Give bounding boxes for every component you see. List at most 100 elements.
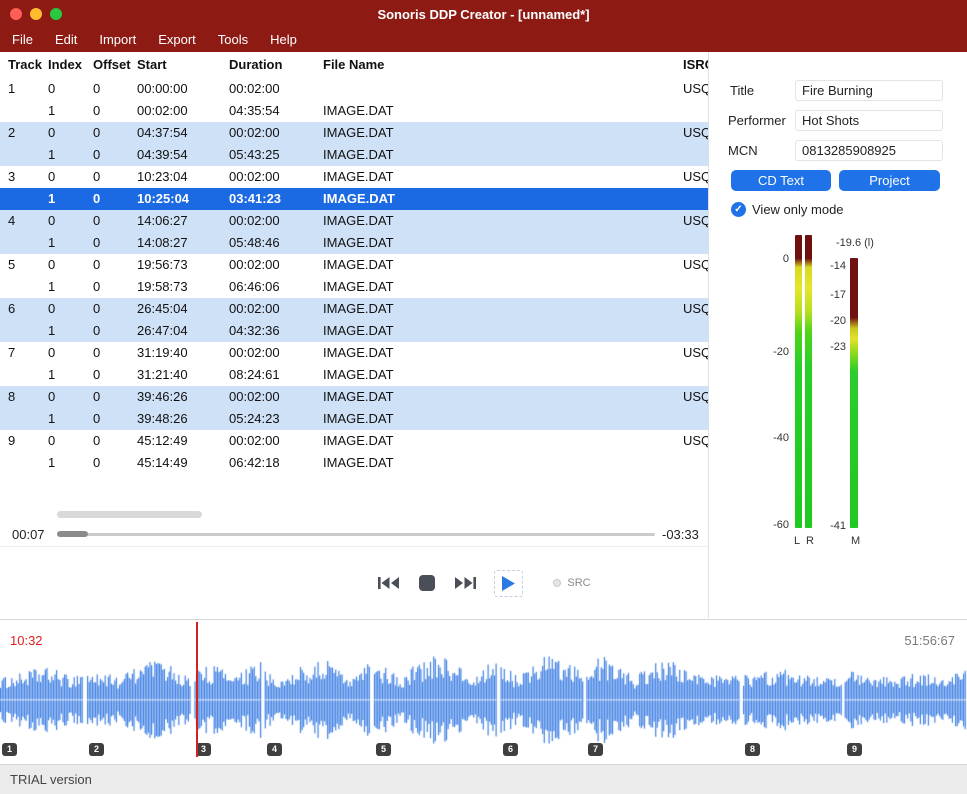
table-row[interactable]: 1004:39:5405:43:25IMAGE.DAT (0, 144, 708, 166)
cell-isrc: USQ (683, 430, 708, 452)
track-badge[interactable]: 8 (745, 743, 760, 756)
cell-file: IMAGE.DAT (323, 430, 683, 452)
view-only-mode-icon[interactable]: ✓ (731, 202, 746, 217)
cd-text-button[interactable]: CD Text (731, 170, 831, 191)
play-button[interactable] (494, 570, 523, 597)
track-badge[interactable]: 9 (847, 743, 862, 756)
table-row[interactable]: 10000:00:0000:02:00USQ (0, 78, 708, 100)
cell-isrc (683, 188, 708, 210)
traffic-lights (0, 8, 62, 20)
table-row[interactable]: 20004:37:5400:02:00IMAGE.DATUSQ (0, 122, 708, 144)
table-row[interactable]: 1019:58:7306:46:06IMAGE.DAT (0, 276, 708, 298)
stop-icon (419, 575, 435, 591)
cell-duration: 05:43:25 (229, 144, 323, 166)
menu-item-tools[interactable]: Tools (207, 28, 259, 52)
previous-track-button[interactable] (376, 574, 401, 592)
mcn-label: MCN (728, 140, 758, 161)
track-badge[interactable]: 2 (89, 743, 104, 756)
src-indicator-icon (553, 579, 561, 587)
cell-isrc: USQ (683, 122, 708, 144)
table-bottom-divider (0, 546, 708, 547)
cell-offset: 0 (93, 78, 137, 100)
performer-input[interactable] (795, 110, 943, 131)
cell-index: 1 (48, 232, 93, 254)
maximize-icon[interactable] (50, 8, 62, 20)
table-row[interactable]: 1014:08:2705:48:46IMAGE.DAT (0, 232, 708, 254)
seek-slider-progress[interactable] (57, 531, 88, 537)
cell-track: 6 (8, 298, 48, 320)
waveform-total-time: 51:56:67 (904, 633, 955, 648)
menu-item-edit[interactable]: Edit (44, 28, 88, 52)
cell-track (8, 100, 48, 122)
table-row[interactable]: 1010:25:0403:41:23IMAGE.DAT (0, 188, 708, 210)
cell-isrc (683, 320, 708, 342)
cell-index: 0 (48, 78, 93, 100)
track-badge[interactable]: 1 (2, 743, 17, 756)
stop-button[interactable] (417, 573, 437, 593)
menu-item-file[interactable]: File (1, 28, 44, 52)
horizontal-scrollbar-thumb[interactable] (57, 511, 202, 518)
column-header-index[interactable]: Index (48, 52, 93, 78)
meter-reading: -19.6 (l) (836, 237, 874, 249)
cell-offset: 0 (93, 364, 137, 386)
table-row[interactable]: 30010:23:0400:02:00IMAGE.DATUSQ (0, 166, 708, 188)
cell-isrc: USQ (683, 166, 708, 188)
window-title: Sonoris DDP Creator - [unnamed*] (0, 7, 967, 22)
cell-isrc: USQ (683, 298, 708, 320)
title-input[interactable] (795, 80, 943, 101)
title-bar: Sonoris DDP Creator - [unnamed*] (0, 0, 967, 28)
status-bar: TRIAL version (0, 764, 967, 794)
table-row[interactable]: 60026:45:0400:02:00IMAGE.DATUSQ (0, 298, 708, 320)
cell-offset: 0 (93, 408, 137, 430)
track-badge[interactable]: 4 (267, 743, 282, 756)
lr-scale-label: 0 (745, 253, 789, 265)
cell-start: 45:12:49 (137, 430, 229, 452)
menu-item-import[interactable]: Import (88, 28, 147, 52)
track-badge[interactable]: 6 (503, 743, 518, 756)
table-row[interactable]: 50019:56:7300:02:00IMAGE.DATUSQ (0, 254, 708, 276)
track-badge[interactable]: 5 (376, 743, 391, 756)
column-header-offset[interactable]: Offset (93, 52, 137, 78)
table-row[interactable]: 40014:06:2700:02:00IMAGE.DATUSQ (0, 210, 708, 232)
next-track-button[interactable] (453, 574, 478, 592)
table-row[interactable]: 1045:14:4906:42:18IMAGE.DAT (0, 452, 708, 474)
cell-duration: 00:02:00 (229, 430, 323, 452)
cell-track: 8 (8, 386, 48, 408)
cell-index: 1 (48, 100, 93, 122)
close-icon[interactable] (10, 8, 22, 20)
menu-item-help[interactable]: Help (259, 28, 308, 52)
mcn-input[interactable] (795, 140, 943, 161)
table-row[interactable]: 1039:48:2605:24:23IMAGE.DAT (0, 408, 708, 430)
column-header-duration[interactable]: Duration (229, 52, 323, 78)
project-button[interactable]: Project (839, 170, 940, 191)
waveform-canvas[interactable] (0, 655, 967, 745)
cell-start: 04:39:54 (137, 144, 229, 166)
track-badge[interactable]: 3 (196, 743, 211, 756)
track-badge[interactable]: 7 (588, 743, 603, 756)
menu-item-export[interactable]: Export (147, 28, 207, 52)
cell-track: 7 (8, 342, 48, 364)
column-header-track[interactable]: Track (8, 52, 48, 78)
table-row[interactable]: 80039:46:2600:02:00IMAGE.DATUSQ (0, 386, 708, 408)
column-header-file[interactable]: File Name (323, 52, 683, 78)
table-row[interactable]: 1026:47:0404:32:36IMAGE.DAT (0, 320, 708, 342)
column-header-start[interactable]: Start (137, 52, 229, 78)
table-row[interactable]: 90045:12:4900:02:00IMAGE.DATUSQ (0, 430, 708, 452)
table-row[interactable]: 1031:21:4008:24:61IMAGE.DAT (0, 364, 708, 386)
cell-isrc: USQ (683, 78, 708, 100)
playhead-cursor[interactable] (196, 622, 198, 757)
seek-slider[interactable] (57, 533, 655, 536)
minimize-icon[interactable] (30, 8, 42, 20)
cell-duration: 00:02:00 (229, 210, 323, 232)
src-toggle[interactable]: SRC (553, 577, 590, 589)
level-meter-left (795, 235, 802, 528)
remaining-time: -03:33 (662, 527, 699, 542)
cell-track: 9 (8, 430, 48, 452)
column-header-isrc[interactable]: ISRC (683, 52, 708, 78)
cell-index: 0 (48, 210, 93, 232)
cell-track (8, 188, 48, 210)
table-header: TrackIndexOffsetStartDurationFile NameIS… (0, 52, 708, 78)
table-row[interactable]: 70031:19:4000:02:00IMAGE.DATUSQ (0, 342, 708, 364)
meter-label-l: L (794, 535, 800, 547)
table-row[interactable]: 1000:02:0004:35:54IMAGE.DAT (0, 100, 708, 122)
